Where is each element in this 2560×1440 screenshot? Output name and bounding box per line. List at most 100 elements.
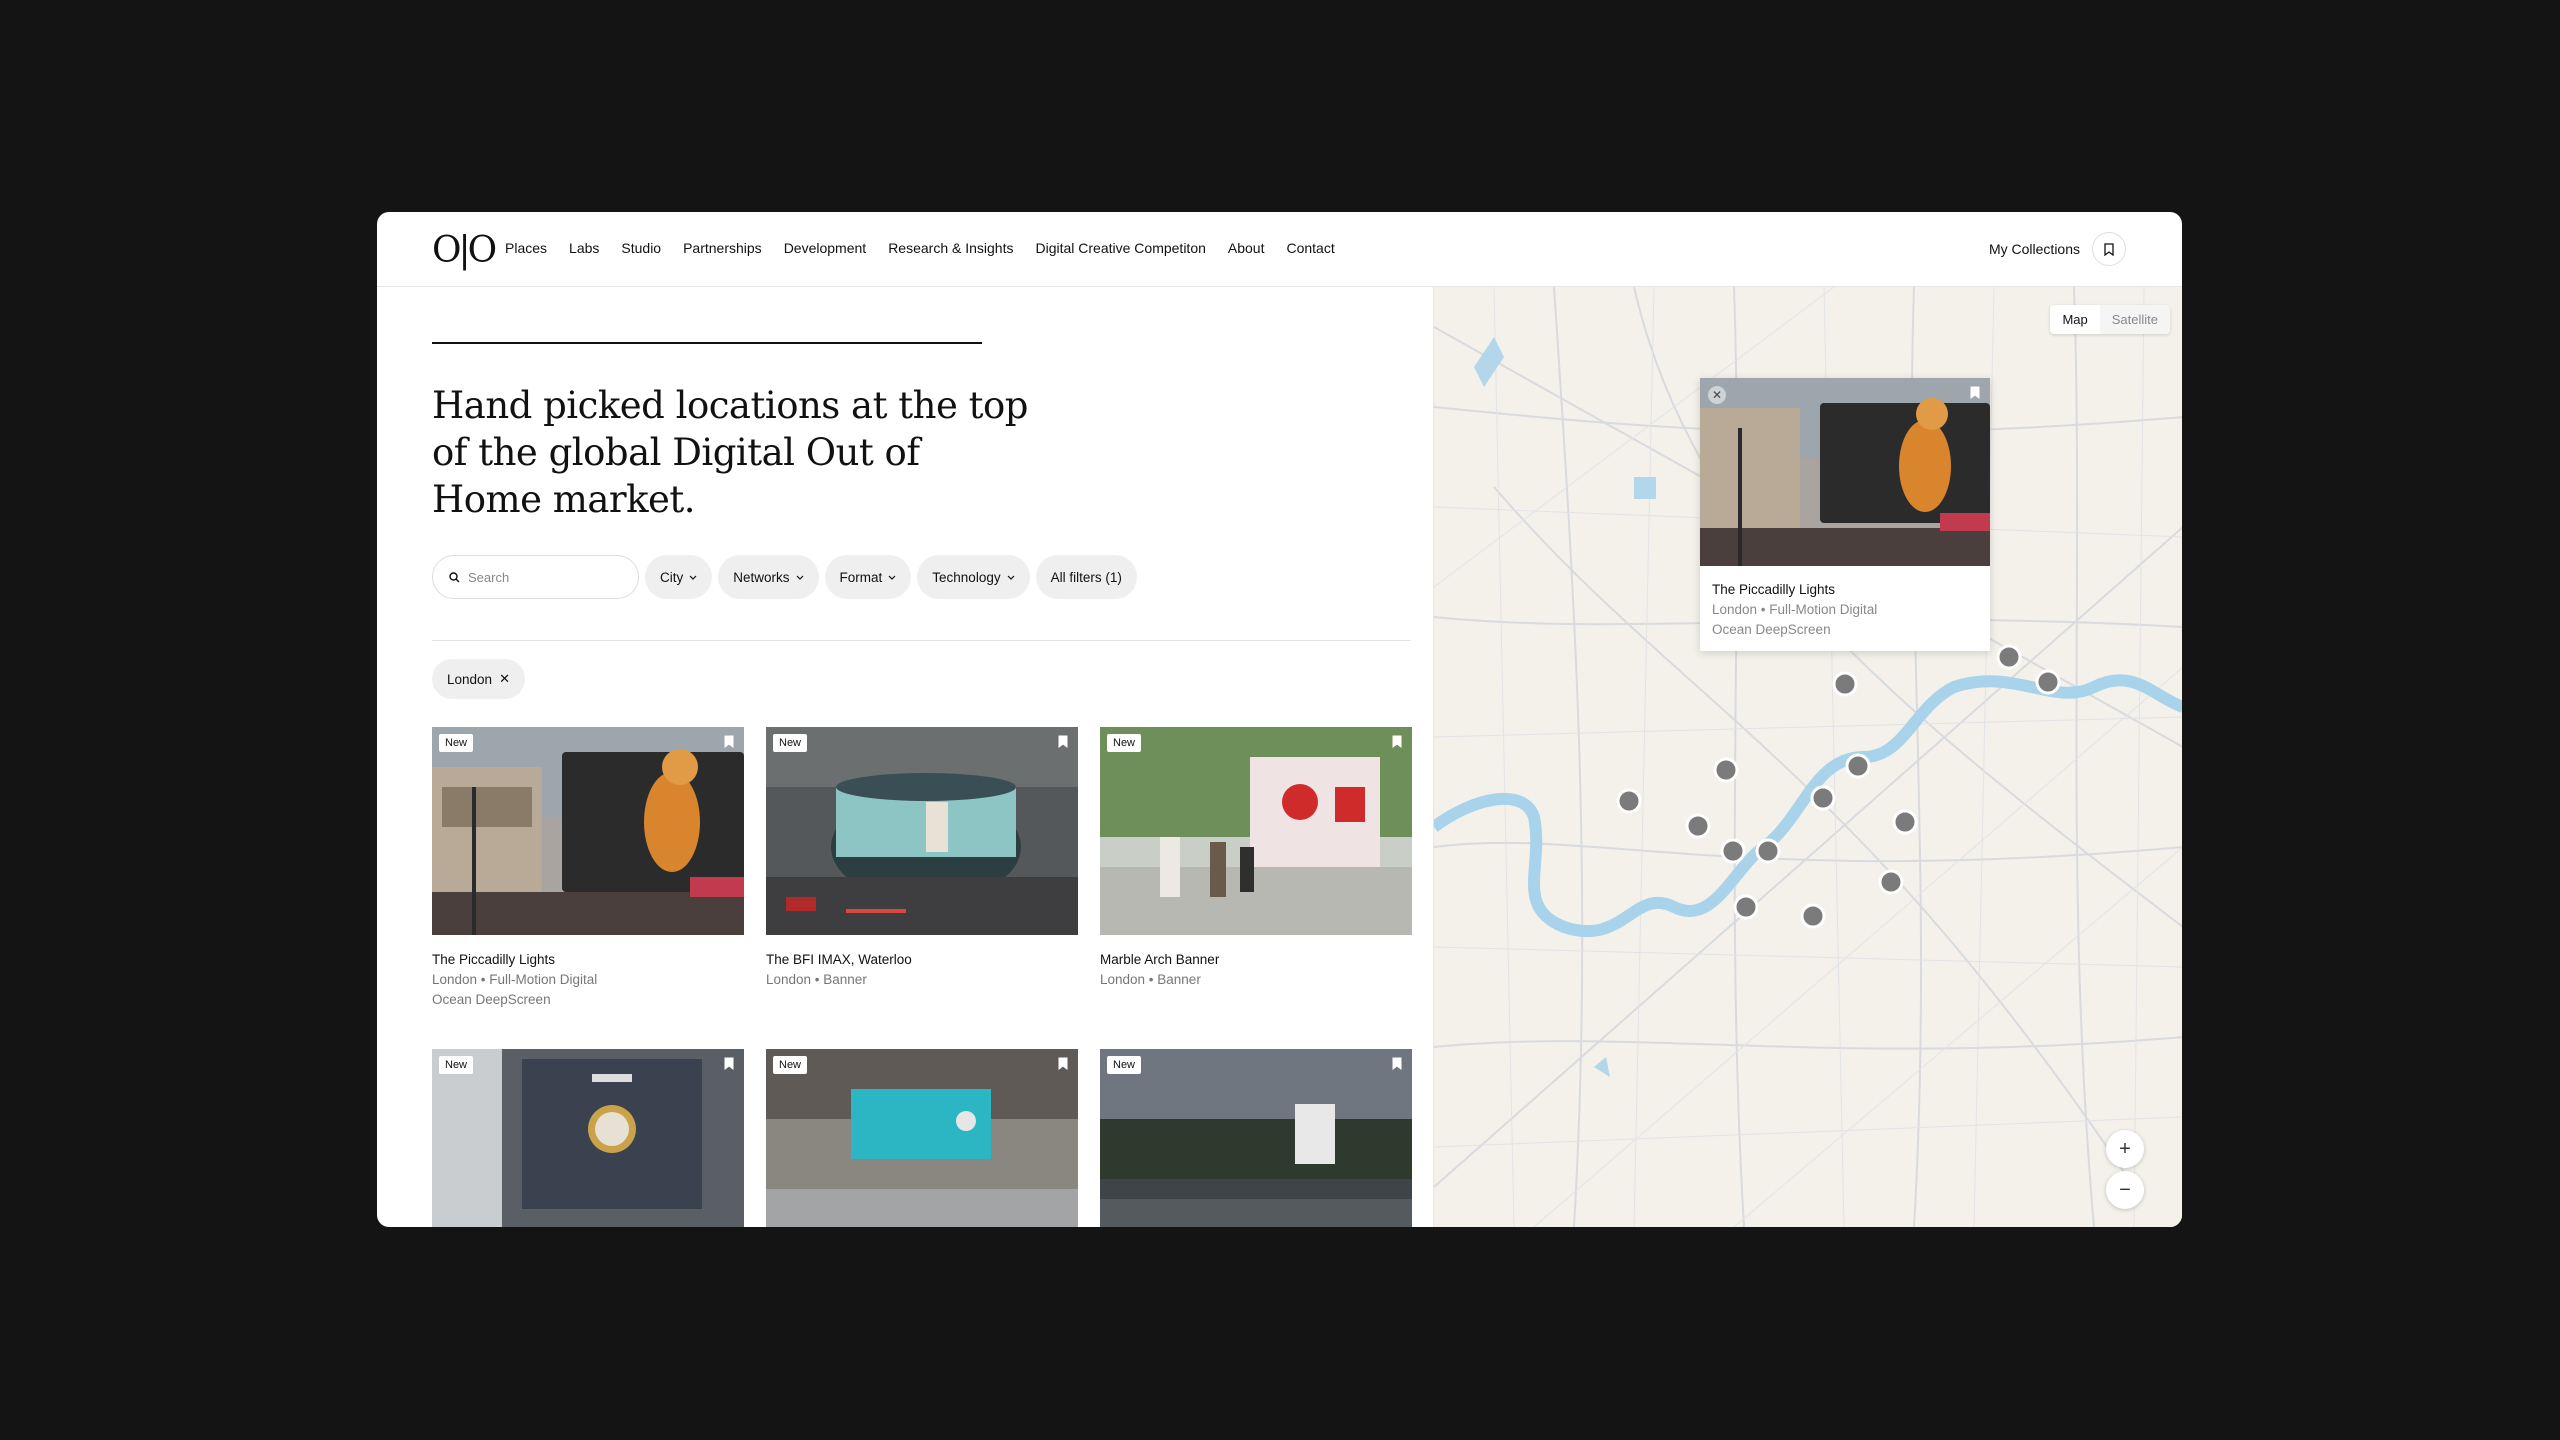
close-icon[interactable]: ✕ (1708, 386, 1726, 404)
new-badge: New (439, 1056, 474, 1074)
location-title: The Piccadilly Lights (432, 952, 556, 967)
active-filter-label: London (447, 671, 493, 687)
bookmark-icon[interactable] (1058, 1057, 1068, 1070)
location-marker[interactable] (1845, 753, 1871, 779)
location-image[interactable]: New (1100, 727, 1412, 935)
location-title: The BFI IMAX, Waterloo (766, 952, 912, 967)
nav-studio[interactable]: Studio (621, 240, 661, 256)
piccadilly-photo (432, 727, 744, 935)
nav-places[interactable]: Places (505, 240, 547, 256)
city-filter-label: City (660, 569, 684, 585)
location-marker[interactable] (1832, 671, 1858, 697)
location-marker[interactable] (1685, 813, 1711, 839)
networks-filter-label: Networks (733, 569, 790, 585)
technology-filter-label: Technology (932, 569, 1001, 585)
new-badge: New (773, 734, 808, 752)
format-filter[interactable]: Format (824, 555, 912, 599)
bookmark-icon (2104, 242, 2114, 256)
chevron-down-icon (888, 575, 896, 580)
location-marker[interactable] (1616, 788, 1642, 814)
tudor-photo (432, 1049, 744, 1227)
location-marker[interactable] (1720, 838, 1746, 864)
bookmark-icon[interactable] (1392, 1057, 1402, 1070)
map-toggle-satellite[interactable]: Satellite (2099, 305, 2170, 334)
bfi-imax-photo (766, 727, 1078, 935)
billboard-photo (766, 1049, 1078, 1227)
location-image[interactable]: New (766, 1049, 1078, 1227)
piccadilly-photo (1700, 378, 1990, 566)
my-collections[interactable]: My Collections (1989, 232, 2126, 266)
close-icon[interactable]: ✕ (499, 671, 510, 687)
location-card[interactable]: New Marble Arch Banner London • Banner (1100, 727, 1412, 987)
bookmark-icon[interactable] (724, 735, 734, 748)
location-marker[interactable] (1755, 838, 1781, 864)
location-meta: London • Banner (766, 972, 867, 987)
location-card[interactable]: New (1100, 1049, 1412, 1227)
nav-digital-creative-competition[interactable]: Digital Creative Competiton (1035, 240, 1205, 256)
popup-image[interactable]: ✕ (1700, 378, 1990, 566)
location-image[interactable]: New (432, 1049, 744, 1227)
roadside-photo (1100, 1049, 1412, 1227)
new-badge: New (439, 734, 474, 752)
location-marker[interactable] (1800, 903, 1826, 929)
location-title: Marble Arch Banner (1100, 952, 1220, 967)
location-card[interactable]: New (766, 1049, 1078, 1227)
all-filters-button[interactable]: All filters (1) (1035, 555, 1137, 599)
chevron-down-icon (796, 575, 803, 580)
nav-contact[interactable]: Contact (1286, 240, 1334, 256)
location-marker[interactable] (2035, 669, 2061, 695)
location-image[interactable]: New (1100, 1049, 1412, 1227)
location-image[interactable]: New (432, 727, 744, 935)
bookmark-button[interactable] (2092, 232, 2126, 266)
location-marker[interactable] (1713, 757, 1739, 783)
zoom-out-button[interactable]: − (2106, 1171, 2144, 1209)
map-panel[interactable]: Map Satellite ✕ The Piccadilly Lights Lo… (1433, 287, 2182, 1227)
chevron-down-icon (1007, 575, 1015, 580)
location-card[interactable]: New (432, 1049, 744, 1227)
bookmark-icon[interactable] (1970, 386, 1980, 399)
location-marker[interactable] (1733, 894, 1759, 920)
location-marker[interactable] (1810, 785, 1836, 811)
bookmark-icon[interactable] (1058, 735, 1068, 748)
bookmark-icon[interactable] (724, 1057, 734, 1070)
location-marker[interactable] (1878, 869, 1904, 895)
location-card[interactable]: New The Piccadilly Lights London • Full-… (432, 727, 744, 1007)
new-badge: New (1107, 734, 1142, 752)
popup-details: The Piccadilly Lights London • Full-Moti… (1700, 566, 1990, 651)
active-filter-tag[interactable]: London ✕ (432, 659, 525, 699)
nav-research-insights[interactable]: Research & Insights (888, 240, 1013, 256)
app-window: O|O Places Labs Studio Partnerships Deve… (377, 212, 2182, 1227)
nav-labs[interactable]: Labs (569, 240, 599, 256)
nav-about[interactable]: About (1228, 240, 1265, 256)
location-meta: London • Full-Motion Digital (432, 972, 598, 987)
popup-meta: London • Full-Motion Digital (1712, 602, 1878, 617)
location-meta: London • Banner (1100, 972, 1201, 987)
search-icon (449, 571, 460, 582)
location-card[interactable]: New The BFI IMAX, Waterloo London • Bann… (766, 727, 1078, 987)
location-marker[interactable] (1892, 809, 1918, 835)
bookmark-icon[interactable] (1392, 735, 1402, 748)
chevron-down-icon (689, 575, 697, 580)
zoom-in-button[interactable]: + (2106, 1130, 2144, 1168)
location-marker[interactable] (1996, 644, 2022, 670)
main-nav: Places Labs Studio Partnerships Developm… (505, 240, 1357, 256)
search-input[interactable]: Search (432, 555, 639, 599)
nav-development[interactable]: Development (784, 240, 867, 256)
listing-panel: Hand picked locations at the top of the … (377, 287, 1433, 1227)
search-placeholder: Search (468, 569, 510, 585)
map-type-toggle: Map Satellite (2050, 305, 2170, 334)
map-toggle-map[interactable]: Map (2050, 305, 2099, 334)
all-filters-label: All filters (1) (1050, 569, 1122, 585)
divider (432, 640, 1411, 641)
popup-network: Ocean DeepScreen (1712, 622, 1831, 637)
nav-partnerships[interactable]: Partnerships (683, 240, 762, 256)
logo[interactable]: O|O (432, 230, 497, 271)
networks-filter[interactable]: Networks (718, 555, 819, 599)
map-popup[interactable]: ✕ The Piccadilly Lights London • Full-Mo… (1700, 378, 1990, 651)
city-filter[interactable]: City (645, 555, 713, 599)
divider (432, 342, 982, 344)
marble-arch-photo (1100, 727, 1412, 935)
site-header: O|O Places Labs Studio Partnerships Deve… (377, 212, 2182, 287)
location-image[interactable]: New (766, 727, 1078, 935)
technology-filter[interactable]: Technology (917, 555, 1030, 599)
